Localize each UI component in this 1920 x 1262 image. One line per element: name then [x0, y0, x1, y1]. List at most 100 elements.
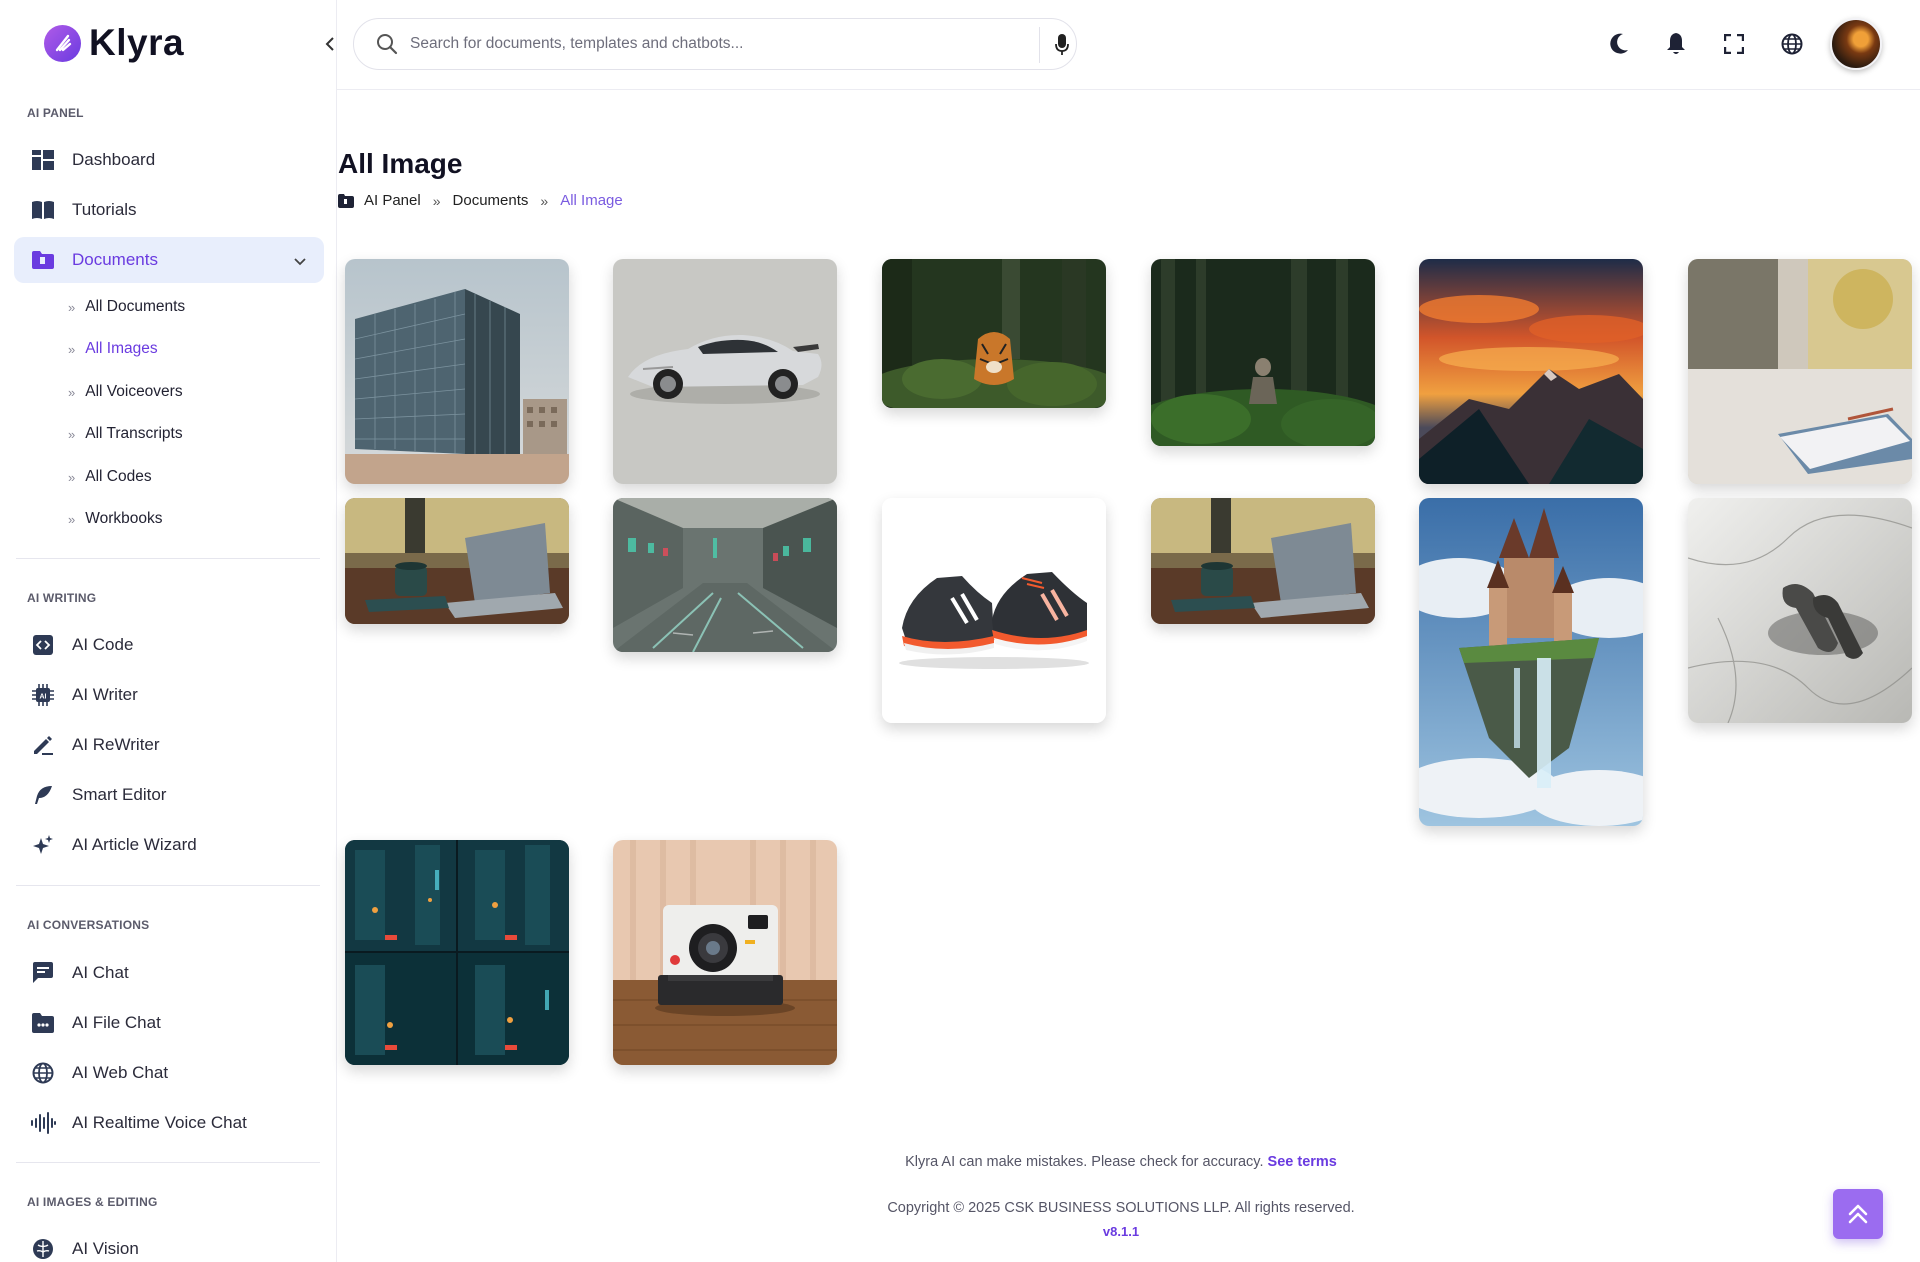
subitem-label: All Documents — [85, 298, 186, 315]
subitem-label: All Voiceovers — [85, 383, 183, 400]
image-card-earbuds[interactable] — [1688, 498, 1912, 723]
chevron-down-icon — [294, 251, 306, 271]
top-header — [337, 0, 1920, 90]
section-title-ai-panel: AI PANEL — [27, 106, 84, 120]
disclaimer-note: Klyra AI can make mistakes. Please check… — [337, 1154, 1905, 1170]
section-title-ai-conversations: AI CONVERSATIONS — [27, 918, 150, 932]
subitem-label: All Images — [85, 340, 158, 357]
language-globe-icon[interactable] — [1778, 30, 1806, 58]
image-card-car[interactable] — [613, 259, 837, 484]
double-chevron-icon: » — [68, 299, 76, 315]
sidebar-item-label: AI Chat — [72, 963, 129, 982]
feather-icon — [30, 782, 56, 808]
divider — [16, 885, 320, 886]
chevron-left-icon — [325, 37, 334, 51]
version-label: v8.1.1 — [1102, 1224, 1140, 1239]
avatar[interactable] — [1830, 18, 1882, 70]
double-chevron-icon: » — [68, 341, 76, 357]
breadcrumb-separator: » — [540, 192, 549, 209]
sidebar-item-ai-rewriter[interactable]: AI ReWriter — [14, 722, 324, 768]
folder-icon — [338, 193, 354, 208]
sidebar-item-label: AI Writer — [72, 685, 138, 704]
sidebar-item-tutorials[interactable]: Tutorials — [14, 187, 324, 233]
copyright-text: Copyright © 2025 CSK BUSINESS SOLUTIONS … — [887, 1200, 1355, 1216]
sidebar-item-label: Tutorials — [72, 200, 137, 219]
image-card-notebook[interactable] — [1688, 259, 1912, 484]
sidebar-item-label: AI ReWriter — [72, 735, 160, 754]
search-bar[interactable] — [353, 18, 1077, 70]
breadcrumb-link-ai-panel[interactable]: AI Panel — [364, 192, 421, 209]
sidebar-subitem-all-documents[interactable]: » All Documents — [68, 298, 185, 316]
sidebar-subitem-all-transcripts[interactable]: » All Transcripts — [68, 425, 183, 443]
sidebar-item-label: Documents — [72, 250, 158, 269]
microphone-icon[interactable] — [1049, 32, 1075, 58]
sidebar-item-ai-writer[interactable]: AI AI Writer — [14, 672, 324, 718]
sidebar-item-dashboard[interactable]: Dashboard — [14, 137, 324, 183]
image-card-forest-person[interactable] — [1151, 259, 1375, 446]
image-card-building[interactable] — [345, 259, 569, 484]
sidebar-item-ai-vision[interactable]: AI Vision — [14, 1226, 324, 1262]
sidebar-subitem-all-codes[interactable]: » All Codes — [68, 468, 152, 486]
sidebar-item-ai-web-chat[interactable]: AI Web Chat — [14, 1050, 324, 1096]
divider — [16, 1162, 320, 1163]
sidebar-item-documents[interactable]: Documents — [14, 237, 324, 283]
sidebar-item-label: Dashboard — [72, 150, 156, 169]
sidebar-item-label: AI Vision — [72, 1239, 139, 1258]
image-card-neon-city[interactable] — [345, 840, 569, 1065]
sidebar-item-label: AI Code — [72, 635, 134, 654]
breadcrumb: AI Panel » Documents » All Image — [338, 192, 623, 209]
svg-text:AI: AI — [40, 694, 47, 701]
breadcrumb-current: All Image — [560, 192, 623, 209]
image-card-tiger[interactable] — [882, 259, 1106, 408]
brain-icon — [30, 1236, 56, 1262]
sidebar-item-smart-editor[interactable]: Smart Editor — [14, 772, 324, 818]
divider — [1039, 27, 1040, 63]
double-chevron-icon: » — [68, 511, 76, 527]
moon-icon[interactable] — [1605, 30, 1633, 58]
book-icon — [30, 197, 56, 223]
subitem-label: All Codes — [85, 468, 152, 485]
brand-name: Klyra — [89, 22, 185, 63]
sidebar: Klyra AI PANEL Dashboard Tutorials Docum… — [0, 0, 337, 1262]
sparkles-icon — [30, 832, 56, 858]
image-card-sneakers[interactable] — [882, 498, 1106, 723]
divider — [16, 558, 320, 559]
image-card-mountain-sunset[interactable] — [1419, 259, 1643, 484]
subitem-label: Workbooks — [85, 510, 163, 527]
image-card-laptop-mug[interactable] — [345, 498, 569, 624]
see-terms-link[interactable]: See terms — [1268, 1154, 1337, 1170]
sidebar-subitem-all-images[interactable]: » All Images — [68, 340, 158, 358]
subitem-label: All Transcripts — [85, 425, 183, 442]
sidebar-item-ai-file-chat[interactable]: AI File Chat — [14, 1000, 324, 1046]
sidebar-item-label: AI Realtime Voice Chat — [72, 1113, 247, 1132]
breadcrumb-separator: » — [432, 192, 441, 209]
double-chevron-icon: » — [68, 384, 76, 400]
image-card-castle[interactable] — [1419, 498, 1643, 826]
breadcrumb-link-documents[interactable]: Documents — [453, 192, 529, 209]
bell-icon[interactable] — [1662, 30, 1690, 58]
image-card-city-street[interactable] — [613, 498, 837, 652]
sidebar-item-ai-realtime-voice-chat[interactable]: AI Realtime Voice Chat — [14, 1100, 324, 1146]
sidebar-item-ai-chat[interactable]: AI Chat — [14, 950, 324, 996]
double-chevron-up-icon — [1848, 1204, 1868, 1224]
double-chevron-icon: » — [68, 469, 76, 485]
sidebar-subitem-workbooks[interactable]: » Workbooks — [68, 510, 162, 528]
dashboard-icon — [30, 147, 56, 173]
brand[interactable]: Klyra — [44, 22, 184, 64]
image-card-laptop-mug-2[interactable] — [1151, 498, 1375, 624]
fullscreen-icon[interactable] — [1720, 30, 1748, 58]
sidebar-item-ai-article-wizard[interactable]: AI Article Wizard — [14, 822, 324, 868]
sidebar-item-ai-code[interactable]: AI Code — [14, 622, 324, 668]
sidebar-item-label: AI File Chat — [72, 1013, 161, 1032]
image-card-instant-camera[interactable] — [613, 840, 837, 1065]
sidebar-subitem-all-voiceovers[interactable]: » All Voiceovers — [68, 383, 183, 401]
folder-icon — [30, 247, 56, 273]
search-input[interactable] — [410, 35, 1010, 53]
double-chevron-icon: » — [68, 426, 76, 442]
scroll-to-top-button[interactable] — [1833, 1189, 1883, 1239]
section-title-ai-writing: AI WRITING — [27, 591, 97, 605]
section-title-ai-images-editing: AI IMAGES & EDITING — [27, 1195, 158, 1209]
page-title: All Image — [338, 148, 463, 179]
code-icon — [30, 632, 56, 658]
klyra-logo-icon — [44, 24, 81, 62]
